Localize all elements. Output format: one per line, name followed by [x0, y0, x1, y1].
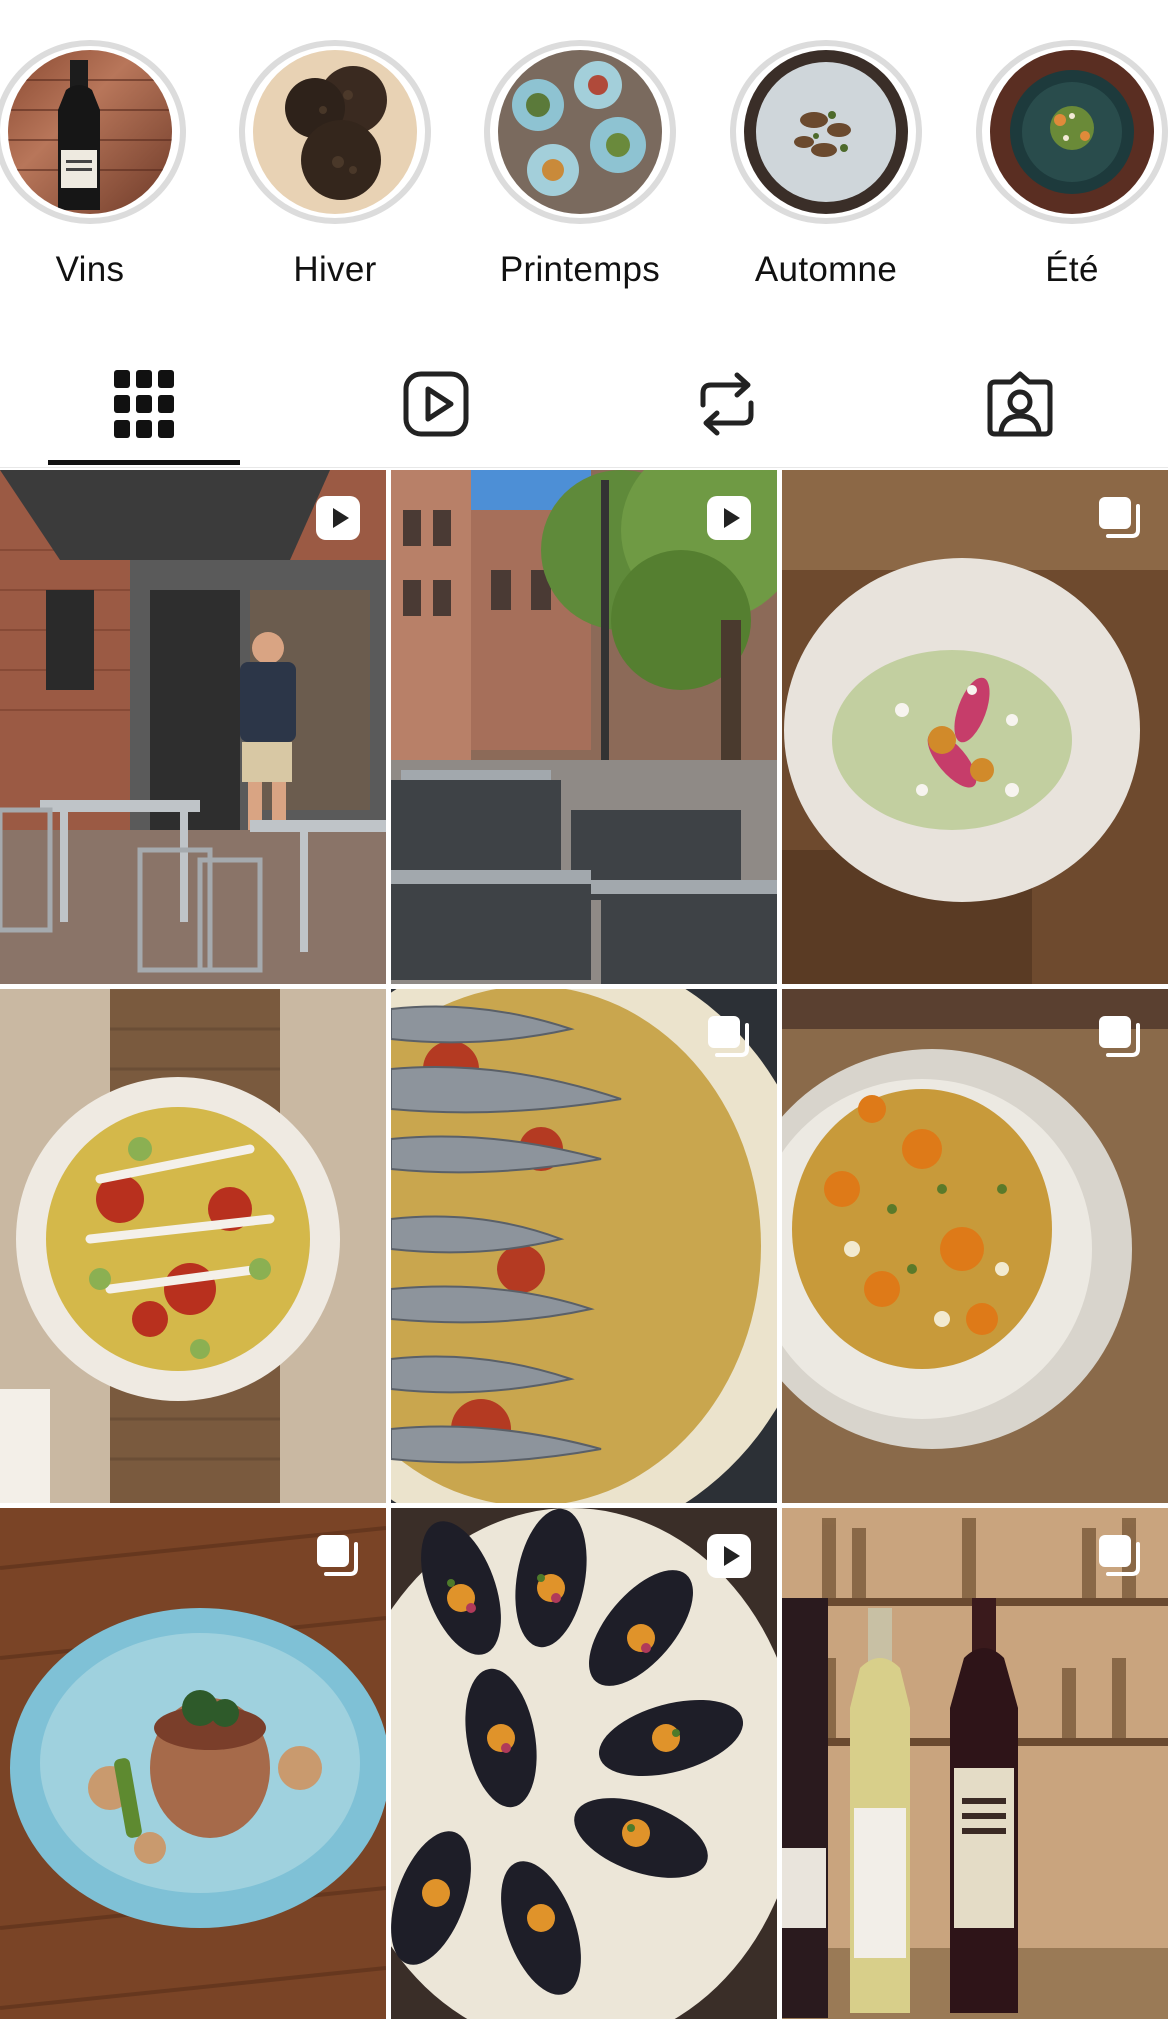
repost-icon: [700, 372, 754, 436]
tuna-salad-bowl-photo: [0, 989, 386, 1503]
plate-with-pink-onions-photo: [782, 470, 1168, 984]
anchovies-plate-photo: [391, 989, 777, 1503]
carousel-icon: [317, 1535, 358, 1576]
highlight-hiver[interactable]: Hiver: [235, 40, 435, 290]
post-tile[interactable]: [0, 470, 386, 984]
post-tile[interactable]: [391, 989, 777, 1503]
post-tile[interactable]: [391, 470, 777, 984]
posts-grid: [0, 470, 1168, 2019]
wine-bottle-highlight-thumb: [8, 50, 172, 214]
highlight-label: Hiver: [293, 250, 377, 289]
reel-play-icon: [316, 496, 360, 540]
carousel-icon: [1099, 497, 1140, 538]
highlight-ete[interactable]: Été: [972, 40, 1168, 290]
tab-posts-grid[interactable]: [49, 364, 239, 444]
post-tile[interactable]: [782, 470, 1168, 984]
highlight-ring: [239, 40, 431, 224]
restaurant-terrace-photo: [0, 470, 386, 984]
highlight-label: Printemps: [499, 250, 661, 289]
highlight-vins[interactable]: Vins: [0, 40, 190, 290]
carousel-icon: [1099, 1535, 1140, 1576]
carousel-icon: [708, 1016, 749, 1057]
post-tile[interactable]: [782, 1508, 1168, 2019]
tab-reposts[interactable]: [632, 364, 822, 444]
highlight-label: Été: [1045, 250, 1099, 289]
highlight-printemps[interactable]: Printemps: [480, 40, 680, 290]
post-tile[interactable]: [0, 1508, 386, 2019]
tagged-person-icon: [987, 371, 1053, 437]
post-tile[interactable]: [782, 989, 1168, 1503]
highlight-ring: [0, 40, 186, 224]
reels-icon: [403, 371, 469, 437]
green-bowl-highlight-thumb: [990, 50, 1154, 214]
mussels-platter-photo: [391, 1508, 777, 2019]
reel-play-icon: [707, 496, 751, 540]
reel-play-icon: [707, 1534, 751, 1578]
post-tile[interactable]: [391, 1508, 777, 2019]
highlight-label: Vins: [55, 250, 125, 289]
post-tile[interactable]: [0, 989, 386, 1503]
story-highlights: Vins Hiver Printemps Automne Été: [0, 0, 1168, 300]
grid-icon: [114, 370, 174, 438]
wine-bottles-photo: [782, 1508, 1168, 2019]
tournedos-blue-plate-photo: [0, 1508, 386, 2019]
highlight-automne[interactable]: Automne: [726, 40, 926, 290]
truffle-highlight-thumb: [253, 50, 417, 214]
active-tab-indicator: [48, 460, 240, 465]
highlight-ring: [730, 40, 922, 224]
corn-salad-plate-photo: [782, 989, 1168, 1503]
mushroom-plate-highlight-thumb: [744, 50, 908, 214]
highlight-ring: [976, 40, 1168, 224]
profile-tabs: [0, 340, 1168, 468]
highlight-label: Automne: [754, 250, 898, 289]
tab-tagged[interactable]: [925, 364, 1115, 444]
street-terrace-photo: [391, 470, 777, 984]
carousel-icon: [1099, 1016, 1140, 1057]
highlight-ring: [484, 40, 676, 224]
dishes-highlight-thumb: [498, 50, 662, 214]
tab-reels[interactable]: [341, 364, 531, 444]
